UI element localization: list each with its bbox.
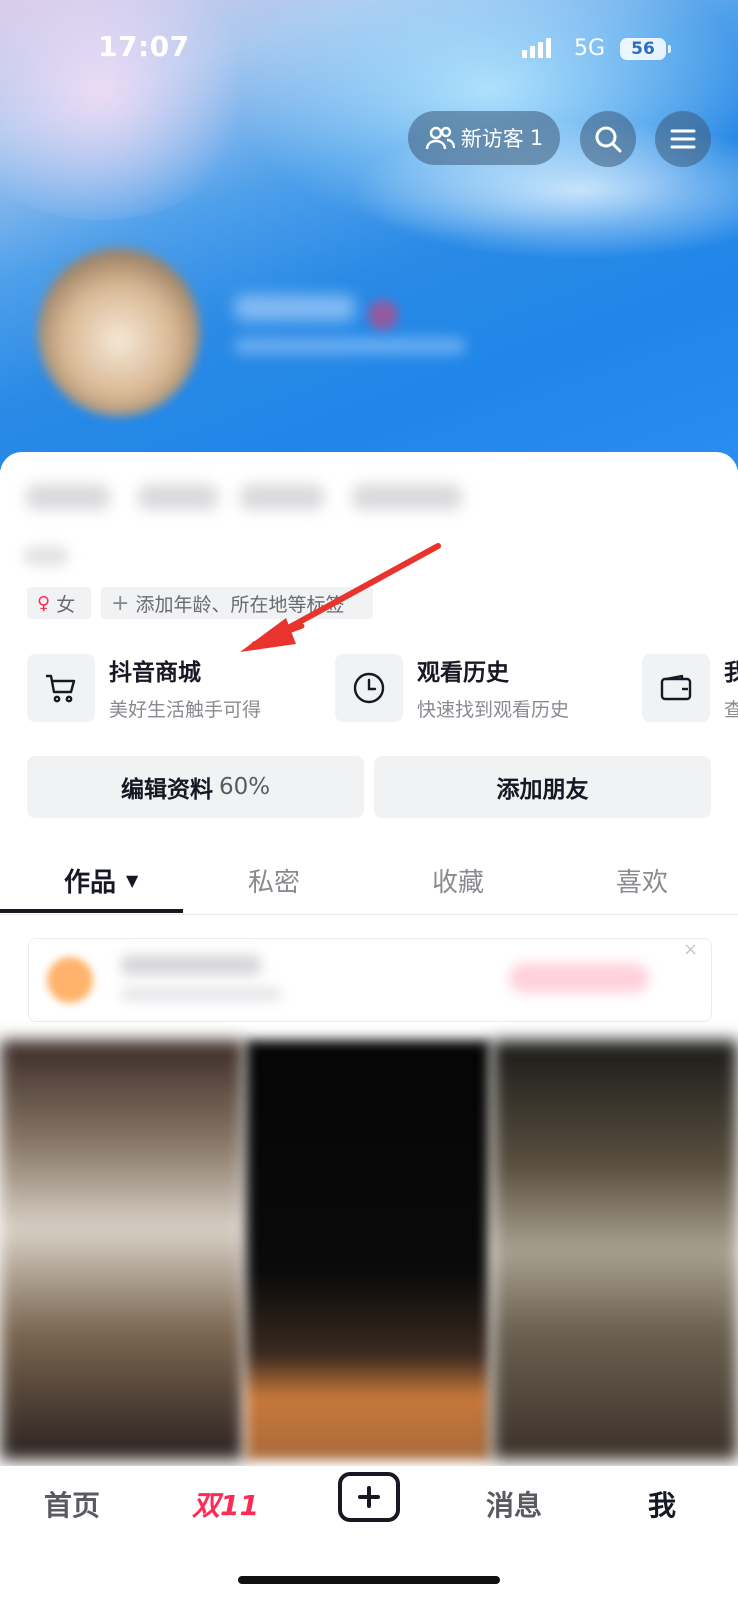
feature-subtitle: 美好生活触手可得: [109, 699, 262, 721]
visitor-label: 新访客: [460, 127, 524, 151]
tab-likes[interactable]: 喜欢: [616, 862, 668, 899]
bio-blurred: [24, 546, 68, 566]
nav-home[interactable]: 首页: [44, 1484, 100, 1524]
plus-icon: [358, 1486, 380, 1508]
profile-header-background: 17:07 5G 56 新访客 1: [0, 0, 738, 470]
close-icon[interactable]: ×: [683, 939, 698, 960]
nav-messages[interactable]: 消息: [486, 1484, 542, 1524]
nickname-blurred: [235, 295, 355, 321]
tab-works-label: 作品: [64, 868, 117, 898]
promo-button-blurred[interactable]: [509, 963, 649, 993]
feature-subtitle: 查: [724, 699, 738, 721]
users-icon: [425, 126, 455, 150]
clock-icon: [335, 653, 403, 722]
feature-wallet[interactable]: 我 查: [642, 653, 738, 722]
promo-avatar-blurred: [47, 957, 93, 1003]
active-tab-indicator: [0, 909, 183, 913]
stat-blurred: [240, 484, 324, 510]
search-icon: [595, 126, 622, 153]
signal-icon: [522, 38, 554, 58]
home-indicator: [238, 1576, 500, 1584]
plus-icon: +: [111, 590, 130, 616]
promo-subtitle-blurred: [121, 987, 281, 1001]
tab-divider: [0, 914, 738, 915]
network-label: 5G: [574, 36, 606, 61]
female-icon: ♀: [37, 592, 51, 614]
feature-title: 我: [724, 660, 738, 686]
badge-blurred: [368, 300, 398, 330]
menu-button[interactable]: [655, 111, 711, 167]
tab-private[interactable]: 私密: [248, 862, 300, 899]
stat-blurred: [138, 484, 218, 510]
promo-title-blurred: [121, 955, 261, 975]
video-thumbnail[interactable]: [0, 1040, 244, 1460]
edit-profile-label: 编辑资料: [120, 777, 213, 803]
status-time: 17:07: [98, 30, 190, 63]
video-thumbnail[interactable]: [246, 1040, 490, 1460]
feature-history[interactable]: 观看历史 快速找到观看历史: [335, 653, 569, 722]
nav-me[interactable]: 我: [648, 1484, 676, 1524]
battery-icon: 56: [620, 38, 671, 60]
gender-tag[interactable]: ♀ 女: [27, 587, 91, 619]
add-friend-button[interactable]: 添加朋友: [374, 756, 711, 818]
edit-profile-progress: 60%: [218, 774, 271, 800]
feature-subtitle: 快速找到观看历史: [417, 699, 570, 721]
dropdown-triangle-icon: ▼: [126, 871, 139, 890]
stat-blurred: [26, 484, 110, 510]
tab-works[interactable]: 作品 ▼: [64, 862, 138, 899]
stat-blurred: [352, 484, 462, 510]
tab-favorites[interactable]: 收藏: [432, 862, 484, 899]
edit-profile-button[interactable]: 编辑资料 60%: [27, 756, 364, 818]
create-button[interactable]: [338, 1472, 400, 1522]
wallet-icon: [642, 653, 710, 722]
cart-icon: [27, 653, 95, 722]
feature-shop[interactable]: 抖音商城 美好生活触手可得: [27, 653, 261, 722]
nav-double11[interactable]: 双11: [192, 1484, 259, 1524]
annotation-arrow-icon: [240, 543, 441, 652]
search-button[interactable]: [580, 111, 636, 167]
avatar[interactable]: [38, 248, 200, 416]
add-friend-label: 添加朋友: [496, 777, 589, 803]
visitor-count: 1: [529, 126, 544, 150]
new-visitors-button[interactable]: 新访客 1: [408, 111, 560, 165]
video-thumbnail[interactable]: [492, 1040, 738, 1460]
account-id-blurred: [235, 338, 465, 354]
promo-card[interactable]: ×: [28, 938, 712, 1022]
hamburger-icon: [670, 129, 696, 149]
gender-tag-label: 女: [56, 593, 76, 616]
